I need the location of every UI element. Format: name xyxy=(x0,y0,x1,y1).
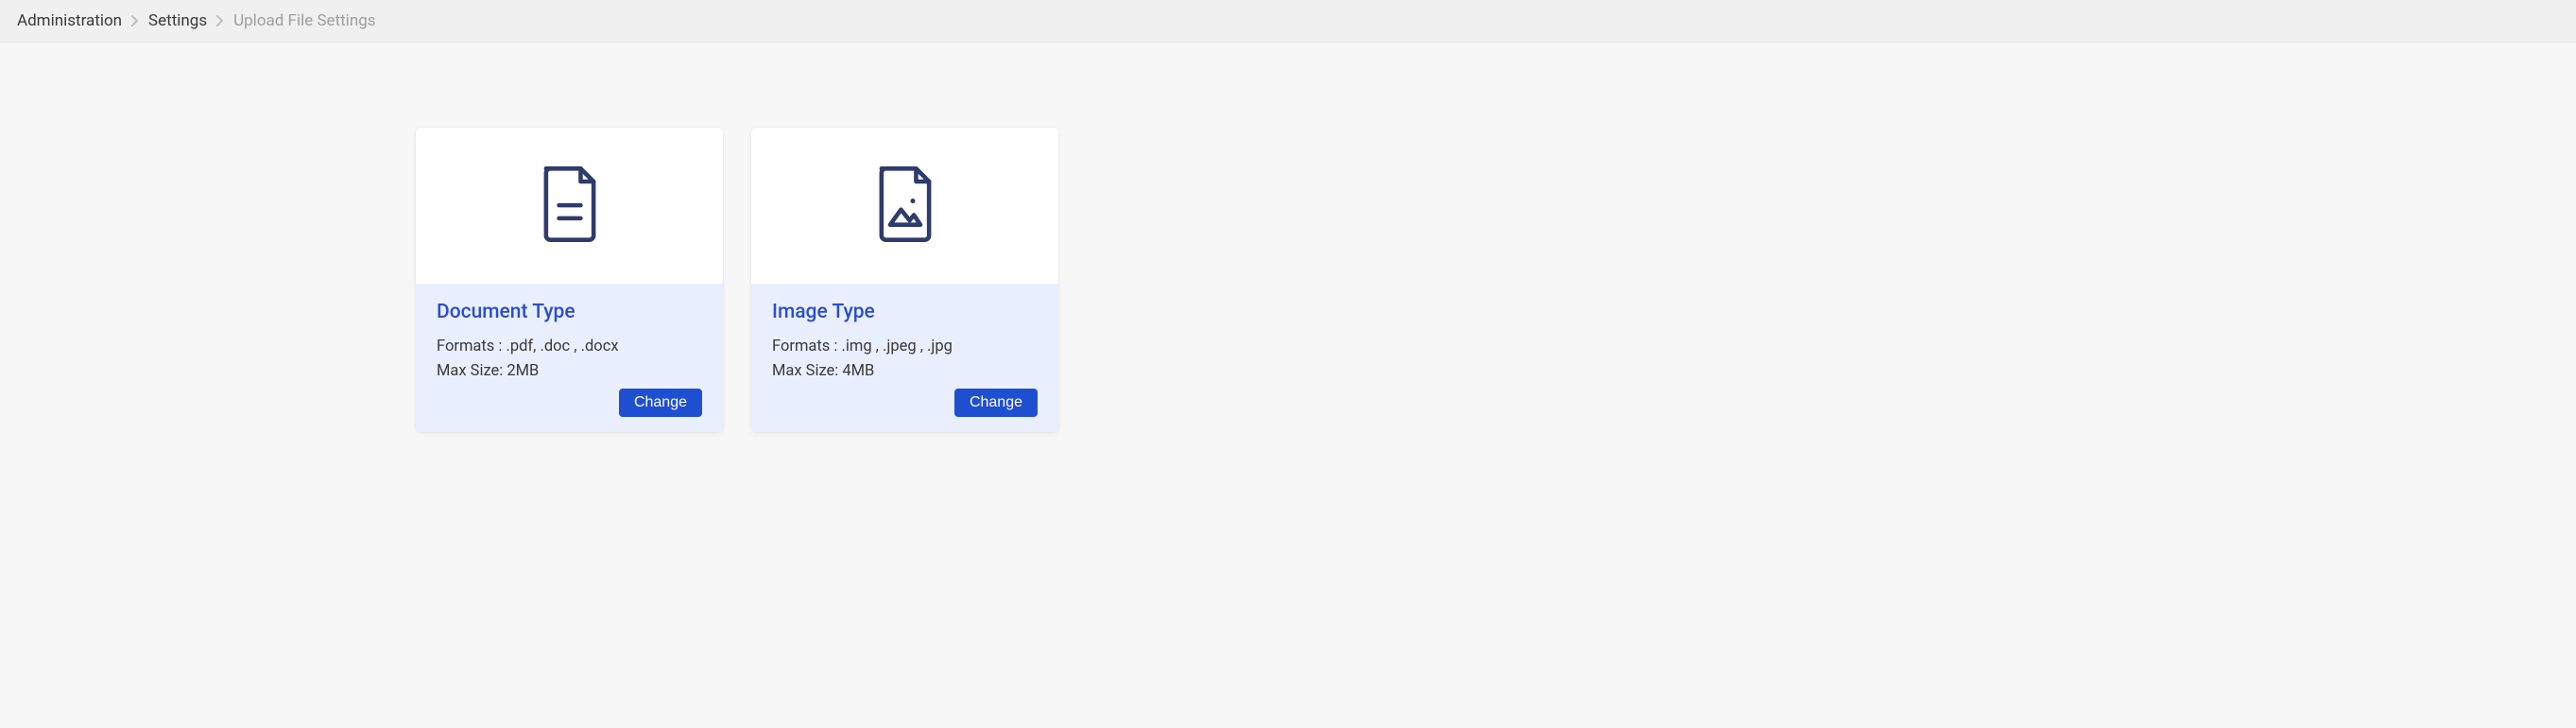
upload-settings-card-document: Document Type Formats : .pdf, .doc , .do… xyxy=(416,128,723,432)
chevron-right-icon xyxy=(216,15,224,26)
page-content: Document Type Formats : .pdf, .doc , .do… xyxy=(0,43,1474,517)
card-icon-area xyxy=(751,128,1058,284)
card-formats: Formats : .pdf, .doc , .docx xyxy=(437,335,702,359)
file-document-icon xyxy=(536,166,604,246)
card-max-size: Max Size: 4MB xyxy=(772,359,1038,384)
chevron-right-icon xyxy=(131,15,139,26)
breadcrumb-link-administration[interactable]: Administration xyxy=(17,11,122,30)
card-title: Document Type xyxy=(437,301,702,323)
breadcrumb-current: Upload File Settings xyxy=(233,11,375,30)
card-actions: Change xyxy=(772,389,1038,417)
settings-cards: Document Type Formats : .pdf, .doc , .do… xyxy=(38,128,1436,432)
card-icon-area xyxy=(416,128,723,284)
change-button[interactable]: Change xyxy=(954,389,1038,417)
breadcrumb: Administration Settings Upload File Sett… xyxy=(0,0,2576,43)
upload-settings-card-image: Image Type Formats : .img , .jpeg , .jpg… xyxy=(751,128,1058,432)
file-image-icon xyxy=(871,166,939,246)
card-formats: Formats : .img , .jpeg , .jpg xyxy=(772,335,1038,359)
change-button[interactable]: Change xyxy=(619,389,702,417)
card-max-size: Max Size: 2MB xyxy=(437,359,702,384)
breadcrumb-link-settings[interactable]: Settings xyxy=(148,11,207,30)
card-actions: Change xyxy=(437,389,702,417)
card-body: Image Type Formats : .img , .jpeg , .jpg… xyxy=(751,284,1058,432)
card-body: Document Type Formats : .pdf, .doc , .do… xyxy=(416,284,723,432)
card-title: Image Type xyxy=(772,301,1038,323)
